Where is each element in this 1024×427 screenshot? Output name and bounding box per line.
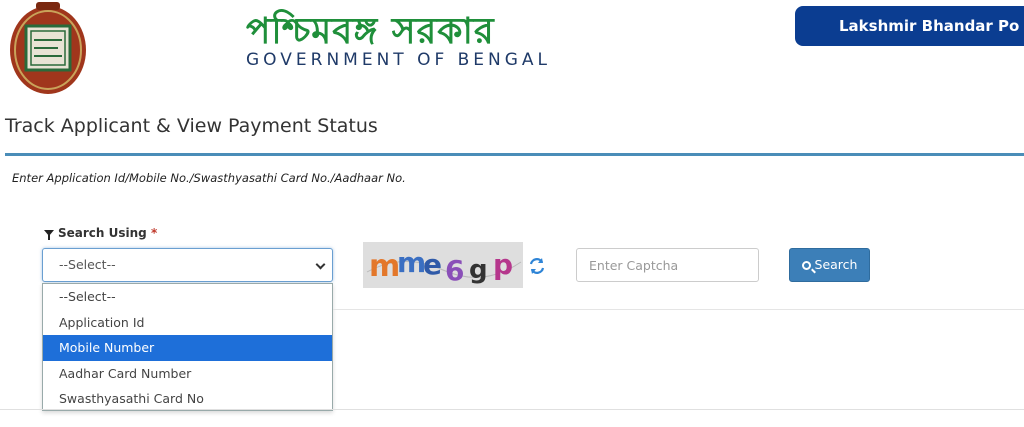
svg-text:m: m — [397, 246, 426, 279]
search-using-label: Search Using * — [44, 226, 157, 240]
option-select[interactable]: --Select-- — [43, 284, 332, 310]
portal-name-badge[interactable]: Lakshmir Bhandar Po — [795, 6, 1024, 46]
form-panel-divider — [333, 309, 1024, 310]
svg-text:p: p — [493, 248, 513, 281]
option-aadhar-card-number[interactable]: Aadhar Card Number — [43, 361, 332, 387]
search-using-select[interactable]: --Select-- — [42, 248, 333, 282]
government-title-english: GOVERNMENT OF BENGAL — [246, 50, 552, 70]
svg-text:6: 6 — [445, 254, 464, 287]
captcha-refresh-icon[interactable] — [527, 256, 547, 276]
site-header: পশ্চিমবঙ্গ সরকার GOVERNMENT OF BENGAL La… — [0, 0, 1024, 100]
option-mobile-number[interactable]: Mobile Number — [43, 335, 332, 361]
search-instruction: Enter Application Id/Mobile No./Swasthya… — [12, 171, 406, 185]
svg-text:e: e — [423, 248, 442, 281]
svg-text:g: g — [469, 255, 488, 285]
filter-icon — [44, 230, 54, 240]
bottom-divider — [0, 409, 1024, 410]
title-divider — [5, 153, 1024, 156]
lakshmir-bhandar-emblem — [6, 0, 90, 98]
captcha-input[interactable] — [576, 248, 759, 282]
selected-option: --Select-- — [59, 257, 116, 272]
search-button[interactable]: Search — [789, 248, 870, 282]
svg-text:m: m — [369, 249, 400, 284]
option-application-id[interactable]: Application Id — [43, 310, 332, 336]
captcha-image: m m e 6 g p — [363, 242, 523, 288]
search-using-dropdown: --Select-- Application Id Mobile Number … — [42, 283, 333, 411]
search-using-label-text: Search Using — [58, 226, 147, 240]
search-icon — [801, 261, 811, 270]
page-title: Track Applicant & View Payment Status — [5, 115, 378, 137]
required-marker: * — [150, 226, 158, 240]
chevron-down-icon — [315, 259, 326, 270]
search-button-label: Search — [814, 257, 858, 272]
